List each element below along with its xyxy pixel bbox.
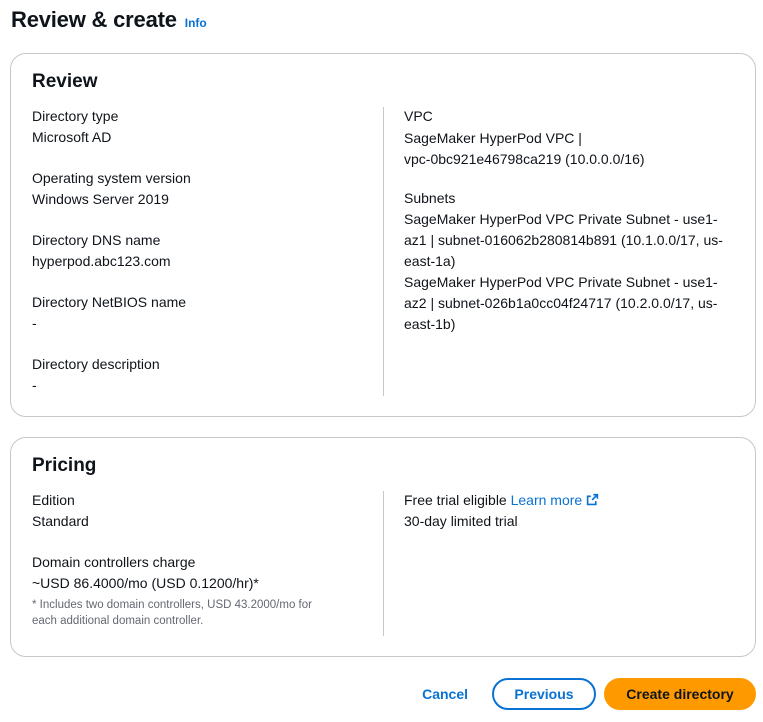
subnet-2-line3: east-1b) bbox=[404, 316, 456, 332]
directory-type-field: Directory type Microsoft AD bbox=[32, 106, 118, 148]
external-link-icon bbox=[587, 493, 599, 506]
wizard-actions: Cancel Previous Create directory bbox=[408, 678, 756, 710]
directory-type-value: Microsoft AD bbox=[32, 129, 112, 145]
free-trial-row: Free trial eligible Learn more bbox=[404, 490, 599, 511]
previous-button[interactable]: Previous bbox=[492, 678, 596, 710]
dc-charge-label: Domain controllers charge bbox=[32, 554, 196, 570]
column-divider bbox=[383, 107, 384, 396]
netbios-name-label: Directory NetBIOS name bbox=[32, 294, 187, 310]
vpc-value-line1: SageMaker HyperPod VPC | bbox=[404, 130, 582, 146]
subnet-2-line2: az2 | subnet-026b1a0cc04f24717 (10.2.0.0… bbox=[404, 295, 718, 311]
learn-more-link[interactable]: Learn more bbox=[511, 492, 600, 508]
dns-name-field: Directory DNS name hyperpod.abc123.com bbox=[32, 230, 171, 272]
subnets-label: Subnets bbox=[404, 190, 456, 206]
description-value: - bbox=[32, 377, 37, 393]
subnet-1-line3: east-1a) bbox=[404, 253, 456, 269]
create-directory-button[interactable]: Create directory bbox=[604, 678, 756, 710]
review-card: Review Directory type Microsoft AD Opera… bbox=[10, 53, 756, 417]
info-link[interactable]: Info bbox=[185, 16, 207, 30]
netbios-name-field: Directory NetBIOS name - bbox=[32, 292, 186, 334]
subnet-1-line1: SageMaker HyperPod VPC Private Subnet - … bbox=[404, 211, 718, 227]
pricing-card: Pricing Edition Standard Domain controll… bbox=[10, 437, 756, 657]
column-divider bbox=[383, 491, 384, 636]
edition-field: Edition Standard bbox=[32, 490, 89, 532]
subnet-2-line1: SageMaker HyperPod VPC Private Subnet - … bbox=[404, 274, 718, 290]
netbios-name-value: - bbox=[32, 315, 37, 331]
os-version-label: Operating system version bbox=[32, 170, 191, 186]
description-label: Directory description bbox=[32, 356, 160, 372]
vpc-value-line2: vpc-0bc921e46798ca219 (10.0.0.0/16) bbox=[404, 151, 645, 167]
free-trial-value: 30-day limited trial bbox=[404, 513, 518, 529]
edition-label: Edition bbox=[32, 492, 75, 508]
cancel-button[interactable]: Cancel bbox=[408, 678, 482, 710]
learn-more-label: Learn more bbox=[510, 492, 583, 508]
review-title: Review bbox=[32, 71, 98, 92]
os-version-value: Windows Server 2019 bbox=[32, 191, 169, 207]
vpc-label: VPC bbox=[404, 108, 433, 124]
edition-value: Standard bbox=[32, 513, 89, 529]
subnet-1-line2: az1 | subnet-016062b280814b891 (10.1.0.0… bbox=[404, 232, 723, 248]
directory-type-label: Directory type bbox=[32, 108, 119, 124]
vpc-field: VPC SageMaker HyperPod VPC | vpc-0bc921e… bbox=[404, 106, 645, 170]
free-trial-field: Free trial eligible Learn more 30-day li… bbox=[404, 490, 599, 532]
dc-charge-field: Domain controllers charge ~USD 86.4000/m… bbox=[32, 552, 312, 629]
pricing-title: Pricing bbox=[32, 455, 97, 476]
free-trial-label: Free trial eligible bbox=[404, 492, 507, 508]
dns-name-value: hyperpod.abc123.com bbox=[32, 253, 171, 269]
dc-footnote-line2: each additional domain controller. bbox=[32, 615, 204, 627]
description-field: Directory description - bbox=[32, 354, 160, 396]
dns-name-label: Directory DNS name bbox=[32, 232, 161, 248]
page-title: Review & create bbox=[11, 7, 177, 32]
page-header: Review & create Info bbox=[11, 7, 207, 33]
subnets-field: Subnets SageMaker HyperPod VPC Private S… bbox=[404, 188, 723, 335]
os-version-field: Operating system version Windows Server … bbox=[32, 168, 191, 210]
dc-charge-value: ~USD 86.4000/mo (USD 0.1200/hr)* bbox=[32, 575, 259, 591]
dc-footnote-line1: * Includes two domain controllers, USD 4… bbox=[32, 599, 312, 611]
